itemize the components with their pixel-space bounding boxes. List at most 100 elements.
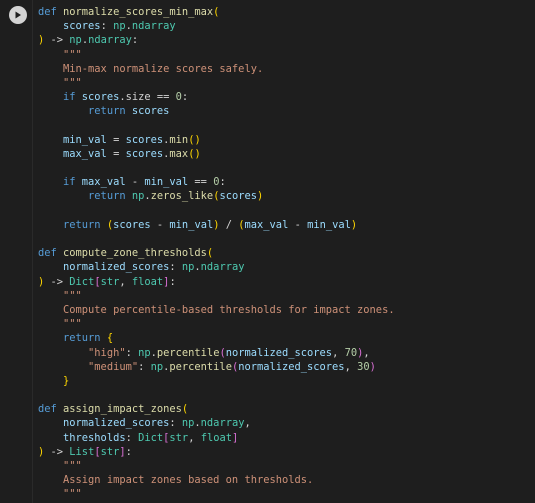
code-token: if (38, 91, 82, 104)
code-token: 30 (357, 360, 370, 373)
code-token: , (332, 346, 345, 359)
code-token: normalized_scores (38, 261, 170, 274)
code-line: """ (38, 487, 395, 501)
code-token: float (131, 275, 164, 288)
code-token: def (38, 247, 64, 260)
code-line: ) -> Dict[str, float]: (38, 275, 395, 289)
code-token: ] (231, 431, 239, 444)
code-token: ( (213, 6, 220, 18)
code-token: : (181, 91, 189, 104)
code-token: def (38, 403, 64, 416)
code-token: def (38, 6, 64, 18)
code-line: def normalize_scores_min_max( (38, 5, 395, 19)
code-token: : (169, 261, 182, 274)
code-line: """ (38, 459, 395, 473)
code-token: """ (38, 488, 82, 501)
code-token: return (38, 105, 132, 118)
code-token: : (100, 20, 114, 33)
code-token: if (38, 176, 82, 189)
code-token: min_val (38, 133, 107, 146)
code-token: : (219, 176, 226, 189)
code-token: """ (38, 76, 82, 89)
code-token: - (125, 176, 145, 189)
code-line: ) -> List[str]: (38, 445, 395, 459)
code-token: min_val (144, 176, 189, 189)
code-token: () (188, 133, 201, 146)
code-token: - (288, 218, 308, 231)
code-token: () (188, 147, 201, 160)
code-token: : (125, 445, 132, 458)
code-token: min (169, 133, 189, 146)
code-line: Compute percentile-based thresholds for … (38, 303, 395, 317)
code-token: -> (44, 445, 70, 458)
code-line: thresholds: Dict[str, float] (38, 431, 395, 445)
code-token: , (119, 275, 132, 288)
code-token: np (69, 34, 82, 47)
code-token: normalize_scores_min_max (63, 6, 214, 18)
code-line: """ (38, 289, 395, 303)
code-token: List (69, 445, 95, 458)
code-token: scores (81, 91, 120, 104)
code-token: np (181, 417, 195, 430)
code-line: def compute_zone_thresholds( (38, 246, 395, 260)
code-token: / (219, 218, 239, 231)
code-token: "high" (38, 346, 126, 359)
code-cell[interactable]: def normalize_scores_min_max( scores: np… (0, 0, 535, 503)
code-line: ) -> np.ndarray: (38, 33, 395, 47)
code-line: if scores.size == 0: (38, 90, 395, 104)
code-token: } (38, 374, 70, 387)
code-token: min_val (307, 218, 351, 231)
code-token: min_val (169, 218, 214, 231)
code-token: scores (131, 105, 170, 118)
code-line: """ (38, 317, 395, 331)
run-cell-button[interactable] (9, 6, 27, 24)
code-token: = (106, 147, 126, 160)
code-token: zeros_like (150, 190, 214, 203)
code-token: scores (125, 133, 164, 146)
code-token: , (344, 360, 358, 373)
code-token: { (106, 332, 114, 345)
code-token: max_val (38, 147, 107, 160)
code-line: if max_val - min_val == 0: (38, 175, 395, 189)
code-line: """ (38, 76, 395, 90)
code-line: return { (38, 331, 395, 345)
code-token: np (181, 261, 195, 274)
code-token: ndarray (131, 20, 176, 33)
code-line: min_val = scores.min() (38, 133, 395, 147)
code-token: str (100, 445, 120, 458)
code-token: - (150, 218, 170, 231)
code-token: ) (369, 360, 376, 373)
code-token: "medium" (38, 360, 139, 373)
code-token: ndarray (200, 417, 245, 430)
gutter-divider (32, 0, 33, 503)
code-token: = (106, 133, 126, 146)
code-token: : (125, 346, 139, 359)
code-editor[interactable]: def normalize_scores_min_max( scores: np… (38, 5, 395, 502)
code-token: normalized_scores (238, 360, 345, 373)
code-token: Compute percentile-based thresholds for … (38, 303, 395, 316)
code-token: """ (38, 460, 82, 472)
code-token: , (244, 417, 251, 430)
code-token: """ (38, 318, 82, 331)
code-line: Min-max normalize scores safely. (38, 62, 395, 76)
code-token: str (169, 431, 189, 444)
code-token: ndarray (200, 261, 245, 274)
code-token: float (200, 431, 232, 444)
code-token: .size == (119, 91, 176, 104)
code-token: return (38, 332, 107, 345)
code-token: -> (44, 275, 70, 288)
code-token: np (150, 360, 164, 373)
code-line: """ (38, 48, 395, 62)
code-line: "high": np.percentile(normalized_scores,… (38, 346, 395, 360)
code-token: ( (181, 403, 189, 416)
code-line: scores: np.ndarray (38, 19, 395, 33)
code-token: np (131, 190, 145, 203)
code-token: ) (257, 190, 264, 203)
code-token: compute_zone_thresholds (63, 247, 207, 260)
code-token: : (131, 34, 139, 47)
code-line: max_val = scores.max() (38, 147, 395, 161)
